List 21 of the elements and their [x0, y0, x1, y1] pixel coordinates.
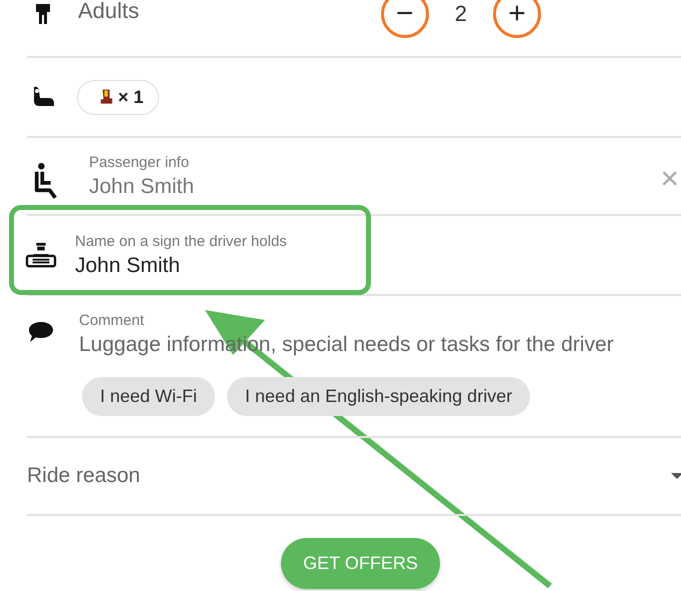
speech-bubble-icon — [27, 320, 55, 344]
suggestion-chip[interactable]: I need Wi-Fi — [82, 377, 216, 416]
adults-label: Adults — [78, 0, 140, 22]
increase-button[interactable]: + — [493, 0, 541, 38]
passenger-label: Passenger info — [89, 154, 190, 170]
child-seat-count: × 1 — [118, 86, 144, 108]
passenger-field[interactable]: John Smith — [89, 174, 569, 198]
comment-label: Comment — [79, 312, 146, 329]
seated-person-icon — [33, 162, 59, 200]
sign-name-field[interactable]: John Smith — [75, 254, 555, 278]
decrease-button[interactable]: − — [380, 0, 429, 38]
adults-count: 2 — [454, 1, 467, 27]
suggestion-chip[interactable]: I need an English-speaking driver — [227, 377, 530, 416]
child-seat-icon — [31, 85, 55, 109]
sign-label: Name on a sign the driver holds — [75, 232, 288, 250]
child-seat-icon — [100, 88, 114, 106]
driver-sign-icon — [25, 241, 57, 269]
ride-reason-dropdown[interactable]: Ride reason — [27, 438, 681, 516]
child-seat-chip[interactable]: × 1 — [77, 80, 159, 114]
person-icon — [35, 4, 51, 24]
dropdown-caret-icon — [671, 473, 681, 479]
